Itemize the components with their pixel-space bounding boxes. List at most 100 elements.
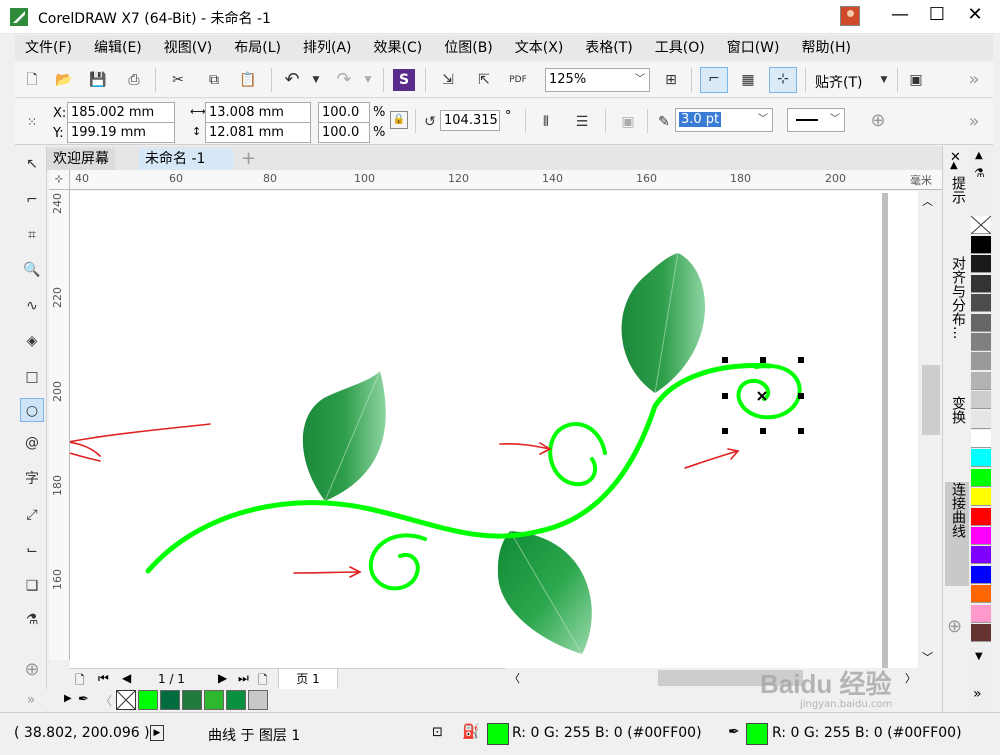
scale-width-input[interactable]: 100.0 — [318, 102, 370, 123]
color-swatch[interactable] — [971, 430, 991, 448]
menu-view[interactable]: 视图(V) — [154, 35, 213, 61]
tab-welcome-screen[interactable]: 欢迎屏幕 — [47, 148, 115, 170]
docpal-no-color-swatch[interactable] — [116, 690, 136, 710]
show-guidelines-icon[interactable]: ⊹ — [769, 67, 797, 93]
show-rulers-icon[interactable]: ⌐ — [700, 67, 728, 93]
docpal-eyedropper-icon[interactable]: ✒ — [78, 692, 89, 707]
spiral-middle[interactable] — [548, 422, 607, 487]
spiral-selected[interactable] — [736, 363, 802, 420]
palette-overflow-icon[interactable]: » — [973, 686, 982, 702]
palette-scroll-down-icon[interactable]: ▼ — [975, 651, 983, 662]
corel-connect-icon[interactable]: S — [393, 69, 415, 91]
mirror-horizontal-icon[interactable]: ⫴ — [535, 111, 557, 133]
new-document-icon[interactable]: 🗋 — [21, 69, 43, 91]
menu-arrange[interactable]: 排列(A) — [293, 35, 352, 61]
docker-tab-connect-curves[interactable]: 连接曲线 — [945, 482, 969, 586]
menu-layout[interactable]: 布局(L) — [224, 35, 281, 61]
snap-dropdown-icon[interactable]: ▼ — [873, 69, 895, 91]
add-property-icon[interactable]: ⊕ — [867, 110, 889, 132]
color-swatch[interactable] — [971, 313, 991, 332]
object-origin-icon[interactable]: ⁙ — [21, 111, 43, 133]
next-page-icon[interactable]: ▶ — [218, 671, 227, 685]
no-color-swatch[interactable] — [971, 216, 991, 234]
add-tab-button[interactable]: + — [235, 148, 262, 170]
import-icon[interactable]: ⇲ — [437, 69, 459, 91]
copy-icon[interactable]: ⧉ — [203, 69, 225, 91]
open-folder-icon[interactable]: 📂 — [53, 69, 75, 91]
docpal-color-swatch[interactable] — [182, 690, 202, 710]
scroll-right-icon[interactable]: 〉 — [905, 670, 916, 686]
vertical-ruler[interactable]: 240 220 200 180 160 — [49, 190, 70, 660]
color-swatch[interactable] — [971, 546, 991, 565]
pick-tool-icon[interactable]: ↖ — [20, 152, 44, 176]
menu-file[interactable]: 文件(F) — [15, 35, 72, 61]
parallel-dimension-tool-icon[interactable]: ⤢ — [20, 503, 44, 527]
paste-icon[interactable]: 📋 — [237, 69, 259, 91]
property-overflow-icon[interactable]: » — [963, 111, 985, 133]
docker-scroll-up-icon[interactable]: ▲ — [950, 160, 958, 171]
crop-tool-icon[interactable]: ⌗ — [20, 223, 44, 247]
menu-tools[interactable]: 工具(O) — [645, 35, 705, 61]
redo-icon[interactable]: ↷ — [333, 69, 355, 91]
object-width-input[interactable]: 13.008 mm — [205, 102, 311, 123]
color-swatch[interactable] — [971, 585, 991, 604]
color-swatch[interactable] — [971, 604, 991, 623]
redo-dropdown-icon[interactable]: ▼ — [357, 69, 379, 91]
docpal-scroll-left-icon[interactable]: 〈 — [100, 692, 112, 709]
palette-scroll-up-icon[interactable]: ▲ — [975, 150, 983, 161]
color-swatch[interactable] — [971, 236, 991, 254]
y-position-input[interactable]: 199.19 mm — [67, 122, 175, 143]
page-tab-1[interactable]: 页 1 — [278, 669, 338, 689]
color-swatch[interactable] — [971, 527, 991, 545]
smart-fill-tool-icon[interactable]: ◈ — [20, 329, 44, 353]
outline-width-select[interactable]: 3.0 pt ﹀ — [675, 108, 773, 132]
show-grid-icon[interactable]: ▦ — [737, 69, 759, 91]
vine-stem[interactable] — [145, 363, 773, 574]
full-screen-preview-icon[interactable]: ⊞ — [660, 69, 682, 91]
color-swatch[interactable] — [971, 488, 991, 507]
scale-height-input[interactable]: 100.0 — [318, 122, 370, 143]
color-swatch[interactable] — [971, 449, 991, 468]
text-tool-icon[interactable]: 字 — [20, 467, 44, 491]
add-tool-icon[interactable]: ⊕ — [20, 658, 44, 682]
undo-icon[interactable]: ↶ — [281, 69, 303, 91]
scroll-up-icon[interactable]: ︿ — [922, 193, 933, 209]
docker-tab-hints[interactable]: 提示 — [945, 176, 969, 238]
horizontal-ruler[interactable]: 40 60 80 100 120 140 160 180 200 毫米 — [70, 170, 942, 190]
menu-text[interactable]: 文本(X) — [505, 35, 564, 61]
print-icon[interactable]: ⎙ — [123, 69, 145, 91]
docpal-color-swatch[interactable] — [138, 690, 158, 710]
menu-edit[interactable]: 编辑(E) — [84, 35, 142, 61]
docker-tab-transform[interactable]: 变换 — [945, 396, 969, 456]
convert-to-curves-icon[interactable]: ▣ — [617, 111, 639, 133]
ruler-origin-icon[interactable]: ⊹ — [49, 170, 70, 190]
leaf-bottom[interactable] — [497, 530, 592, 655]
application-launcher-icon[interactable]: ▣ — [905, 69, 927, 91]
line-style-select[interactable]: ﹀ — [787, 108, 845, 132]
export-icon[interactable]: ⇱ — [473, 69, 495, 91]
menu-table[interactable]: 表格(T) — [575, 35, 632, 61]
leaf-left[interactable] — [302, 370, 386, 502]
vertical-scroll-thumb[interactable] — [922, 365, 940, 435]
menu-window[interactable]: 窗口(W) — [717, 35, 780, 61]
horizontal-scroll-thumb[interactable] — [658, 670, 803, 686]
ellipse-tool-icon[interactable]: ○ — [20, 398, 44, 422]
maximize-button[interactable]: ☐ — [922, 4, 952, 28]
docker-tab-align-distribute[interactable]: 对齐与分布... — [945, 256, 969, 374]
x-position-input[interactable]: 185.002 mm — [67, 102, 175, 123]
eyedropper-tool-icon[interactable]: ⚗ — [20, 608, 44, 632]
color-swatch[interactable] — [971, 294, 991, 313]
drawing-canvas[interactable] — [70, 191, 942, 668]
close-button[interactable]: ✕ — [960, 4, 990, 28]
mirror-vertical-icon[interactable]: ☰ — [571, 111, 593, 133]
scroll-left-icon[interactable]: 〈 — [509, 670, 520, 686]
outline-color-indicator[interactable] — [746, 723, 768, 745]
docpal-expand-icon[interactable]: ▶ — [64, 693, 72, 704]
cut-icon[interactable]: ✂ — [167, 69, 189, 91]
color-swatch[interactable] — [971, 565, 991, 584]
snap-to-button[interactable]: 贴齐(T) — [815, 72, 862, 92]
drop-shadow-tool-icon[interactable]: ❑ — [20, 574, 44, 598]
scroll-down-icon[interactable]: ﹀ — [922, 649, 933, 665]
spiral-lower[interactable] — [368, 533, 427, 591]
last-page-icon[interactable]: ⏭ — [238, 671, 249, 686]
